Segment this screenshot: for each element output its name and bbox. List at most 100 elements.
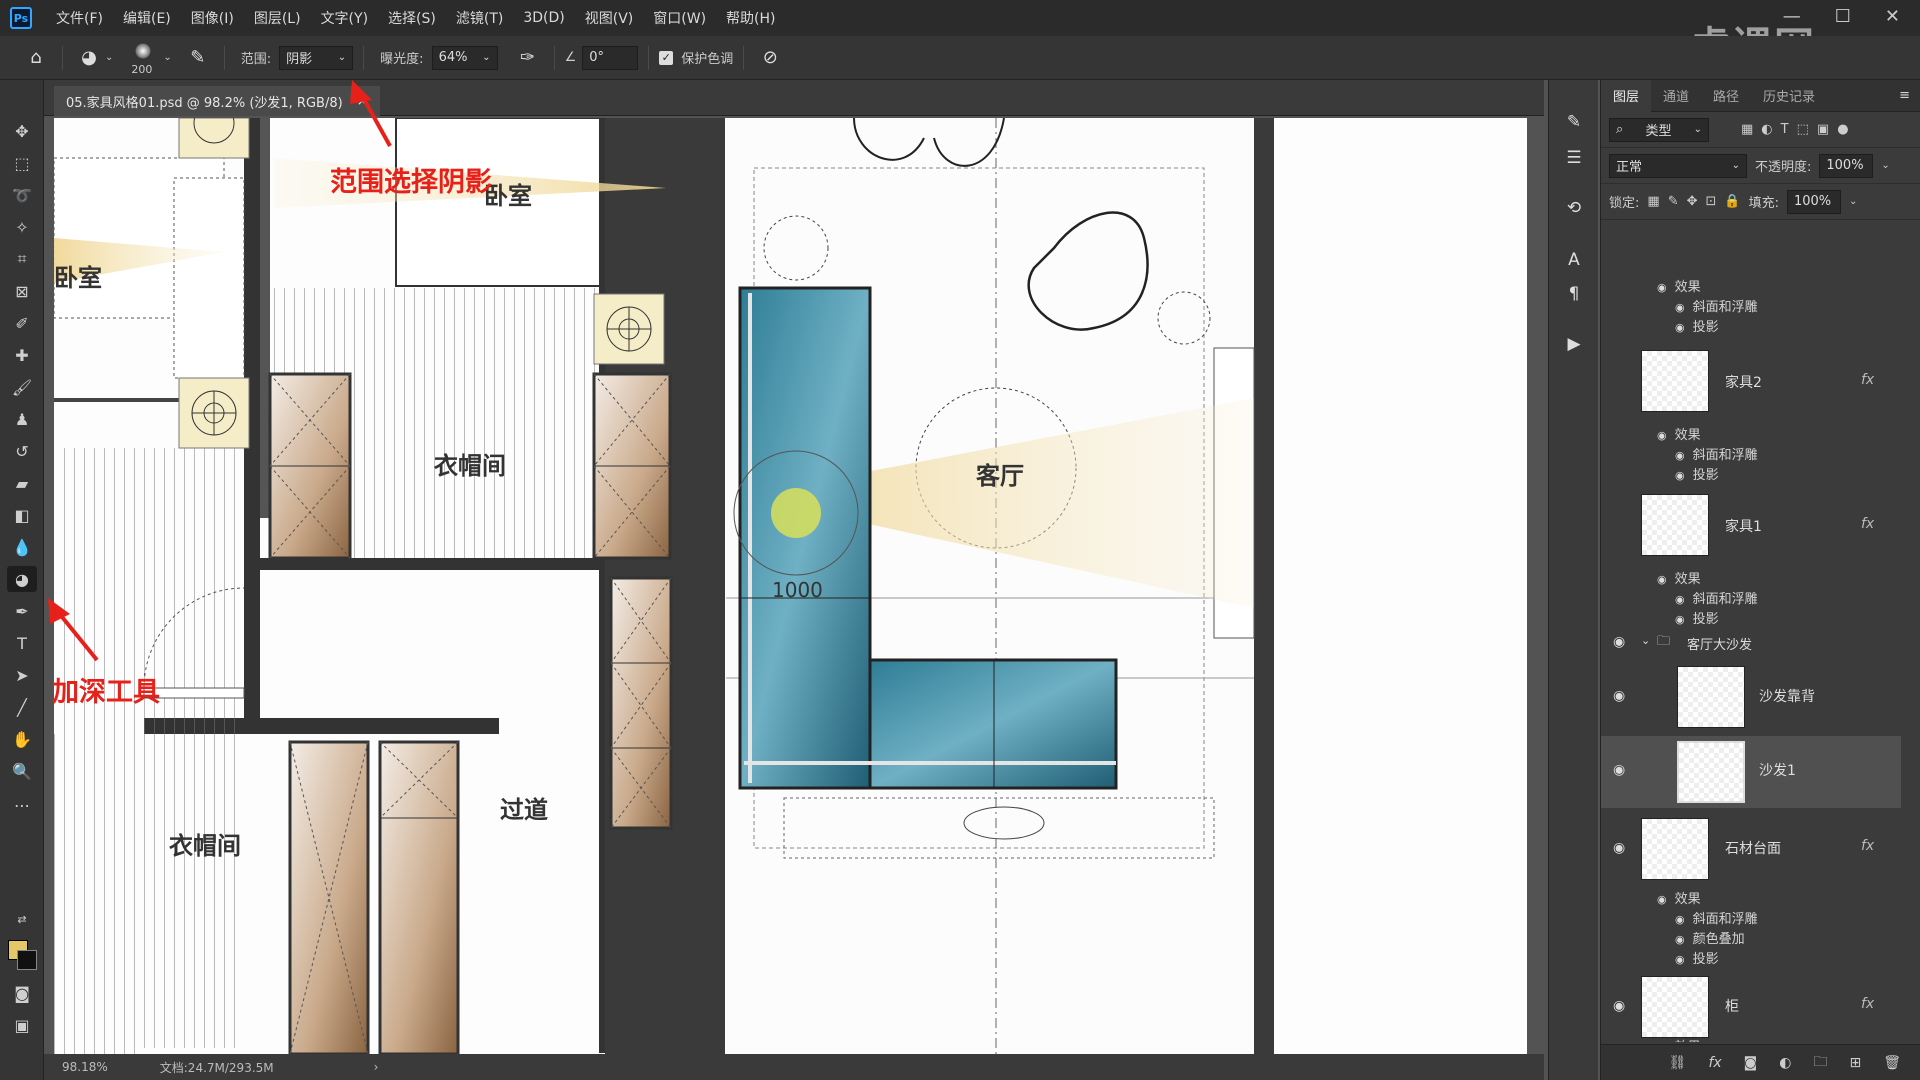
layer-row[interactable]: ◉ 沙发靠背 [1601, 660, 1901, 734]
new-layer-icon[interactable]: ⊞ [1849, 1055, 1861, 1071]
chevron-down-icon: ⌄ [1731, 160, 1740, 171]
effect-label: 颜色叠加 [1692, 932, 1745, 947]
eye-icon[interactable]: ◉ [1675, 449, 1685, 462]
effect-item[interactable]: ◉ 投影 [1675, 464, 1719, 483]
eye-icon[interactable]: ◉ [1675, 469, 1685, 482]
layer-row[interactable]: 家具1 fx [1601, 486, 1901, 566]
panel-icon-strip: ✎ ☰ ⟲ A ¶ ▶ [1548, 80, 1598, 1080]
lock-artboard-icon[interactable]: ⊡ [1706, 194, 1717, 209]
effect-item[interactable]: ◉ 投影 [1675, 608, 1719, 627]
layer-thumbnail [1677, 666, 1745, 728]
eye-icon[interactable]: ◉ [1675, 933, 1685, 946]
status-more-arrow[interactable]: › [374, 1060, 379, 1074]
fill-input[interactable]: 100% [1786, 189, 1841, 214]
fx-icon[interactable]: fx [1861, 372, 1874, 388]
fx-icon[interactable]: fx [1861, 516, 1874, 532]
blend-mode-value: 正常 [1616, 160, 1643, 175]
blend-row: 正常 ⌄ 不透明度: 100% ⌄ [1601, 148, 1920, 184]
effect-item[interactable]: ◉ 斜面和浮雕 [1675, 908, 1758, 927]
new-adjustment-icon[interactable]: ◐ [1779, 1055, 1791, 1071]
panel-menu-icon[interactable]: ≡ [1899, 88, 1910, 103]
annotation-range-shadow: 范围选择阴影 [330, 167, 492, 198]
fill-label: 填充: [1748, 196, 1779, 211]
filter-shape-icon[interactable]: ⬚ [1797, 122, 1809, 137]
layer-row[interactable]: 家具2 fx [1601, 342, 1901, 422]
filter-adjustment-icon[interactable]: ◐ [1761, 122, 1772, 137]
effect-item[interactable]: ◉ 斜面和浮雕 [1675, 588, 1758, 607]
actions-play-icon[interactable]: ▶ [1559, 330, 1589, 358]
effect-label: 效果 [1674, 280, 1701, 295]
layer-filter-row: ⌕ 类型 ⌄ ▦ ◐ T ⬚ ▣ ● [1601, 112, 1920, 148]
layer-row-selected[interactable]: ◉ 沙发1 [1601, 736, 1901, 808]
eye-icon[interactable]: ◉ [1675, 593, 1685, 606]
add-mask-icon[interactable]: ◙ [1744, 1055, 1758, 1071]
tab-channels[interactable]: 通道 [1651, 80, 1701, 112]
layer-filter-select[interactable]: ⌕ 类型 ⌄ [1609, 117, 1709, 142]
eye-icon[interactable]: ◉ [1657, 429, 1667, 442]
brush-presets-icon[interactable]: ✎ [1559, 108, 1589, 136]
effect-item[interactable]: ◉ 斜面和浮雕 [1675, 296, 1758, 315]
eye-icon[interactable]: ◉ [1657, 573, 1667, 586]
delete-layer-icon[interactable]: 🗑 [1883, 1055, 1901, 1071]
layer-group-row[interactable]: ◉ ⌄ 🗀 客厅大沙发 [1601, 628, 1901, 658]
new-group-icon[interactable]: 🗀 [1813, 1051, 1827, 1075]
filter-type-icon[interactable]: T [1781, 122, 1789, 137]
blend-mode-select[interactable]: 正常 ⌄ [1609, 153, 1747, 178]
lock-pixels-icon[interactable]: ✎ [1668, 194, 1679, 209]
eye-icon[interactable]: ◉ [1675, 913, 1685, 926]
layer-row[interactable]: ◉ 石材台面 fx [1601, 812, 1901, 886]
eye-icon[interactable]: ◉ [1613, 840, 1625, 856]
history-icon[interactable]: ⟲ [1559, 194, 1589, 222]
effect-label: 投影 [1692, 320, 1719, 335]
zoom-level[interactable]: 98.18% [62, 1060, 108, 1074]
eye-icon[interactable]: ◉ [1675, 613, 1685, 626]
eye-icon[interactable]: ◉ [1675, 321, 1685, 334]
filter-pixel-icon[interactable]: ▦ [1741, 122, 1753, 137]
link-layers-icon[interactable]: ⛓ [1669, 1055, 1687, 1071]
tab-history[interactable]: 历史记录 [1751, 80, 1827, 112]
eye-icon[interactable]: ◉ [1657, 281, 1667, 294]
effect-item[interactable]: ◉ 投影 [1675, 316, 1719, 335]
effect-label: 斜面和浮雕 [1692, 912, 1758, 927]
chevron-down-icon[interactable]: ⌄ [1641, 634, 1650, 647]
layer-thumbnail [1641, 818, 1709, 880]
tab-layers[interactable]: 图层 [1601, 79, 1652, 112]
eye-icon[interactable]: ◉ [1613, 688, 1625, 704]
opacity-value: 100% [1826, 158, 1864, 173]
fx-icon[interactable]: fx [1861, 996, 1874, 1012]
opacity-input[interactable]: 100% [1819, 153, 1874, 178]
filter-smart-icon[interactable]: ▣ [1817, 122, 1829, 137]
effect-item[interactable]: ◉ 投影 [1675, 948, 1719, 967]
effect-group[interactable]: ◉ 效果 [1657, 424, 1701, 443]
layer-thumbnail [1641, 494, 1709, 556]
add-style-icon[interactable]: fx [1708, 1055, 1721, 1071]
eye-icon[interactable]: ◉ [1675, 301, 1685, 314]
lock-all-icon[interactable]: 🔒 [1724, 194, 1740, 209]
filter-toggle-icon[interactable]: ● [1837, 122, 1848, 137]
effect-item[interactable]: ◉ 斜面和浮雕 [1675, 444, 1758, 463]
effect-group[interactable]: ◉ 效果 [1657, 1036, 1701, 1042]
lock-transparency-icon[interactable]: ▦ [1647, 194, 1659, 209]
chevron-down-icon[interactable]: ⌄ [1849, 196, 1857, 207]
eye-icon[interactable]: ◉ [1613, 762, 1625, 778]
fx-icon[interactable]: fx [1861, 838, 1874, 854]
effect-group[interactable]: ◉ 效果 [1657, 888, 1701, 907]
adjustments-icon[interactable]: ☰ [1559, 144, 1589, 172]
eye-icon[interactable]: ◉ [1657, 1041, 1667, 1042]
layer-row[interactable]: ◉ 柜 fx [1601, 970, 1901, 1042]
eye-icon[interactable]: ◉ [1613, 634, 1625, 650]
layer-thumbnail [1677, 741, 1745, 803]
eye-icon[interactable]: ◉ [1613, 998, 1625, 1014]
effect-group[interactable]: ◉ 效果 [1657, 276, 1701, 295]
lock-position-icon[interactable]: ✥ [1687, 194, 1698, 209]
chevron-down-icon[interactable]: ⌄ [1881, 160, 1889, 171]
layer-thumbnail [1641, 350, 1709, 412]
effect-item[interactable]: ◉ 颜色叠加 [1675, 928, 1745, 947]
eye-icon[interactable]: ◉ [1675, 953, 1685, 966]
tab-paths[interactable]: 路径 [1701, 80, 1751, 112]
paragraph-icon[interactable]: ¶ [1559, 280, 1589, 308]
eye-icon[interactable]: ◉ [1657, 893, 1667, 906]
layers-panel: 图层 通道 路径 历史记录 ≡ ⌕ 类型 ⌄ ▦ ◐ T ⬚ ▣ ● 正常 ⌄ … [1600, 79, 1920, 1080]
character-icon[interactable]: A [1559, 246, 1589, 274]
effect-group[interactable]: ◉ 效果 [1657, 568, 1701, 587]
